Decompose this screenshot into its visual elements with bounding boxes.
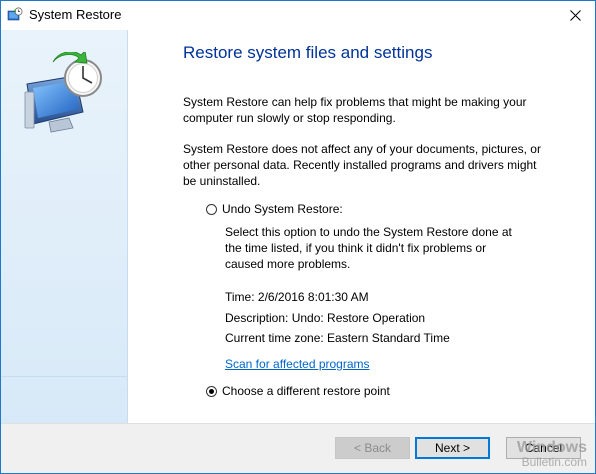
undo-restore-radio[interactable]: [206, 203, 217, 215]
restore-time: Time: 2/6/2016 8:01:30 AM: [225, 290, 369, 304]
scan-affected-programs-link[interactable]: Scan for affected programs: [225, 356, 370, 372]
intro-text: System Restore can help fix problems tha…: [183, 95, 527, 125]
close-button[interactable]: [555, 1, 595, 30]
data-safety-text: System Restore does not affect any of yo…: [183, 142, 541, 188]
watermark: Windows Bulletin.com: [517, 440, 587, 470]
close-icon: [569, 10, 581, 21]
page-title: Restore system files and settings: [183, 43, 433, 62]
undo-description: Select this option to undo the System Re…: [225, 225, 512, 271]
current-timezone: Current time zone: Eastern Standard Time: [225, 331, 450, 345]
different-restore-point-label: Choose a different restore point: [222, 384, 390, 398]
window-title: System Restore: [29, 7, 122, 22]
watermark-line2: Bulletin.com: [521, 455, 587, 469]
undo-restore-option[interactable]: Undo System Restore:: [206, 202, 343, 216]
wizard-footer: < Back Next > Cancel Windows Bulletin.co…: [1, 423, 595, 473]
restore-computer-icon: [24, 52, 102, 133]
different-restore-point-radio[interactable]: [206, 385, 217, 397]
back-button[interactable]: < Back: [335, 437, 410, 459]
system-restore-icon: [7, 7, 23, 21]
wizard-content: Restore system files and settings System…: [128, 30, 595, 424]
wizard-sidebar: [1, 30, 128, 424]
undo-restore-label: Undo System Restore:: [222, 202, 343, 216]
next-button[interactable]: Next >: [415, 437, 490, 459]
restore-description: Description: Undo: Restore Operation: [225, 311, 426, 325]
system-restore-window: System Restore Restore system files and …: [0, 0, 596, 474]
sidebar-divider: [1, 376, 127, 377]
different-restore-point-option[interactable]: Choose a different restore point: [206, 384, 390, 398]
title-bar[interactable]: System Restore: [1, 1, 595, 30]
watermark-line1: Windows: [516, 439, 587, 456]
